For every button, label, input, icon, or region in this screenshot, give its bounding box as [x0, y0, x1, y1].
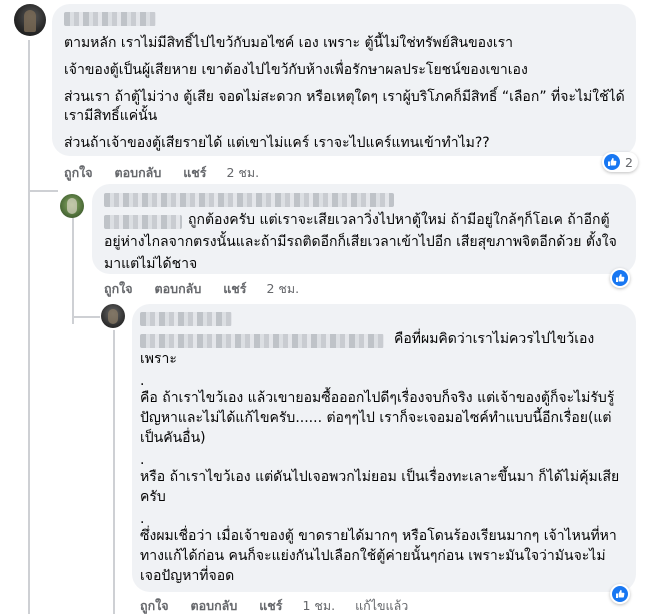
comment-line: คือ ถ้าเราไขว้เอง แล้วเขายอมซื้อออกไปดีๆ… [140, 390, 615, 406]
reply-button[interactable]: ตอบกลับ [191, 598, 238, 613]
like-icon [604, 154, 620, 170]
comment-line: เรามีสิทธิ์แค่นั้น [64, 108, 158, 124]
reaction-count: 2 [625, 154, 633, 170]
comment-line: หรือ ถ้าเราไขว้เอง แต่ดันไปเจอพวกไม่ยอม … [140, 469, 620, 485]
commenter-name[interactable] [104, 215, 182, 229]
share-button[interactable]: แชร์ [183, 165, 206, 180]
thread-line [72, 316, 100, 318]
comment-line: ครับ [140, 489, 166, 505]
reaction-summary[interactable] [610, 268, 630, 288]
like-icon [612, 270, 628, 286]
reply-button[interactable]: ตอบกลับ [115, 165, 162, 180]
like-button[interactable]: ถูกใจ [140, 598, 169, 613]
avatar[interactable] [14, 4, 46, 36]
comment-timestamp[interactable]: 2 ชม. [226, 165, 259, 180]
avatar-figure [24, 10, 36, 32]
like-button[interactable]: ถูกใจ [64, 165, 93, 180]
share-button[interactable]: แชร์ [259, 598, 282, 613]
comment-line: ถูกต้องครับ แต่เราจะเสียเวลาวิ่งไปหาตู้ใ… [188, 212, 610, 228]
thread-line [28, 190, 58, 192]
comment-actions: ถูกใจ ตอบกลับ แชร์ 2 ชม. [64, 163, 259, 183]
comment-line: ส่วนเรา ถ้าตู้ไม่ว่าง ตู้เสีย จอดไม่สะดว… [64, 89, 625, 105]
comment-line: ตามหลัก เราไม่มีสิทธิ์ไปไขว้กับมอไซค์ เอ… [64, 35, 514, 51]
like-button[interactable]: ถูกใจ [104, 281, 133, 296]
avatar[interactable] [101, 304, 125, 328]
share-button[interactable]: แชร์ [223, 281, 246, 296]
reply-button[interactable]: ตอบกลับ [155, 281, 202, 296]
edited-label[interactable]: แก้ไขแล้ว [355, 598, 408, 613]
comment-line: ทางแก้ได้ก่อน คนก็จะแย่งกันไปเลือกใช้ตู้… [140, 548, 606, 564]
comment-line: ปัญหาและไม่ได้แก้ไขครับ...... ต่อๆๆไป เร… [140, 410, 612, 426]
thread-line [28, 40, 30, 614]
comment-line: คือที่ผมคิดว่าเราไม่ควรไปไขว้เอง [394, 331, 595, 347]
comment-line: เป็นคันอื่น) [140, 430, 206, 446]
like-icon [612, 586, 628, 602]
comment-actions: ถูกใจ ตอบกลับ แชร์ 1 ชม. แก้ไขแล้ว [140, 596, 408, 616]
comment-timestamp[interactable]: 1 ชม. [302, 598, 335, 613]
comment-line: เจอปัญหาที่จอด [140, 568, 235, 584]
comment-line: เจ้าของตู้เป็นผู้เสียหาย เขาต้องไปไขว้กั… [64, 62, 528, 78]
reaction-summary[interactable]: 2 [602, 152, 638, 172]
comment-line: มาแต่ไม่ได้ชาจ [104, 256, 198, 272]
comment-actions: ถูกใจ ตอบกลับ แชร์ 2 ชม. [104, 279, 299, 299]
commenter-name[interactable] [104, 193, 394, 207]
comment-timestamp[interactable]: 2 ชม. [266, 281, 299, 296]
comment-line: เพราะ [140, 351, 177, 367]
thread-line [113, 330, 115, 614]
comment-line: อยู่ห่างไกลจากตรงนั้นและถ้ามีรถติดอีกก็เ… [104, 234, 617, 250]
commenter-name[interactable] [140, 334, 384, 348]
avatar-figure [67, 198, 77, 214]
avatar-figure [108, 309, 118, 324]
comment-line: ซึ่งผมเชื่อว่า เมื่อเจ้าของตู้ ขาดรายได้… [140, 528, 617, 544]
comment-line: ส่วนถ้าเจ้าของตู้เสียรายได้ แต่เขาไม่แคร… [64, 135, 490, 151]
commenter-name[interactable] [64, 12, 156, 26]
commenter-name[interactable] [140, 312, 232, 326]
thread-line [72, 214, 74, 324]
reaction-summary[interactable] [610, 584, 630, 604]
avatar[interactable] [60, 194, 84, 218]
